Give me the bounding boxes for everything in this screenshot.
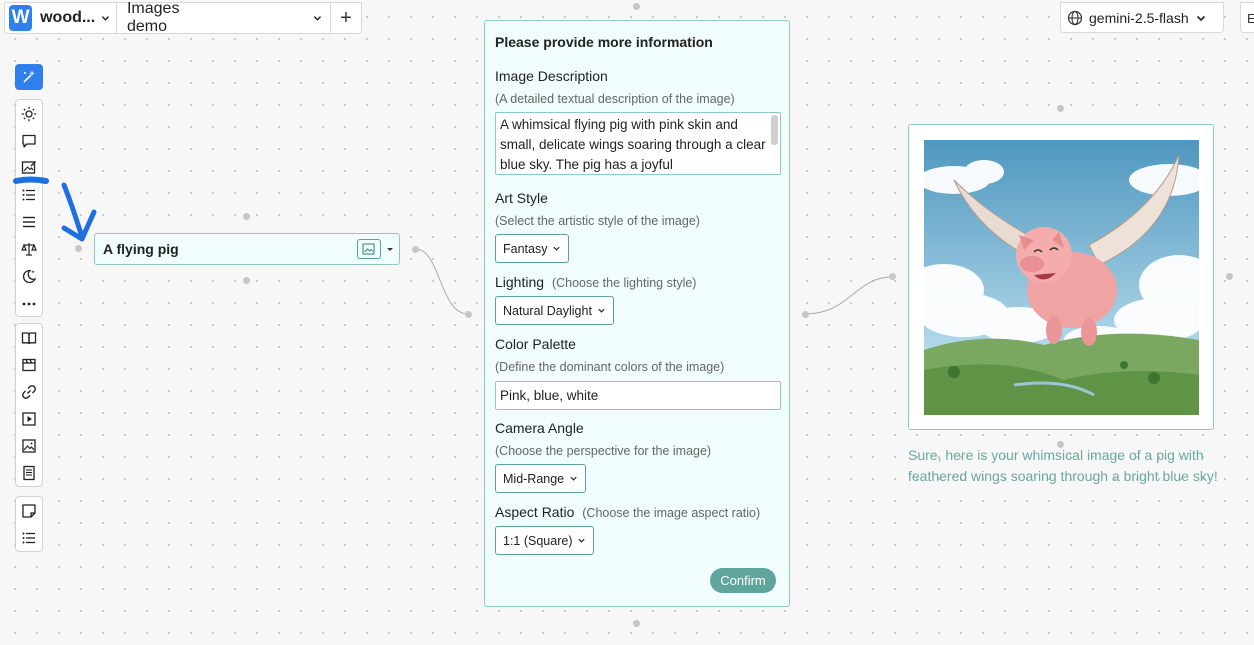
- chevron-down-icon: [598, 308, 605, 313]
- connection-port[interactable]: [802, 311, 809, 318]
- camera-angle-value: Mid-Range: [503, 471, 565, 486]
- prompt-text[interactable]: A flying pig: [103, 241, 357, 257]
- camera-angle-label: Camera Angle: [495, 420, 584, 436]
- aspect-ratio-label: Aspect Ratio: [495, 504, 575, 520]
- image-output-node[interactable]: [908, 124, 1214, 430]
- chevron-down-icon: [578, 538, 586, 543]
- connection-port[interactable]: [889, 273, 896, 280]
- color-palette-value: Pink, blue, white: [500, 388, 599, 403]
- more-info-form: Please provide more information Image De…: [484, 20, 790, 607]
- color-palette-hint: (Define the dominant colors of the image…: [495, 360, 725, 374]
- camera-angle-hint: (Choose the perspective for the image): [495, 444, 712, 458]
- flying-pig-illustration: [924, 140, 1199, 415]
- lighting-select[interactable]: Natural Daylight: [495, 296, 614, 325]
- image-generate-button[interactable]: [357, 239, 381, 259]
- aspect-ratio-hint: (Choose the image aspect ratio): [582, 506, 761, 520]
- chevron-down-icon: [570, 476, 577, 481]
- lighting-value: Natural Daylight: [503, 303, 592, 318]
- lighting-hint: (Choose the lighting style): [551, 276, 697, 290]
- camera-angle-select[interactable]: Mid-Range: [495, 464, 587, 493]
- connection-port[interactable]: [465, 311, 472, 318]
- form-title: Please provide more information: [495, 34, 713, 50]
- connection-port[interactable]: [243, 213, 250, 220]
- image-description-hint: (A detailed textual description of the i…: [495, 92, 735, 106]
- output-caption: Sure, here is your whimsical image of a …: [908, 447, 1218, 484]
- art-style-value: Fantasy: [503, 241, 548, 256]
- aspect-ratio-label-row: Aspect Ratio (Choose the image aspect ra…: [495, 504, 760, 520]
- image-description-textarea[interactable]: A whimsical flying pig with pink skin an…: [495, 112, 781, 175]
- textarea-scrollbar[interactable]: [771, 115, 778, 145]
- connection-port[interactable]: [633, 3, 640, 10]
- image-edit-icon: [362, 243, 375, 255]
- aspect-ratio-value: 1:1 (Square): [503, 533, 573, 548]
- prompt-node[interactable]: A flying pig: [94, 233, 400, 265]
- connection-port[interactable]: [633, 620, 640, 627]
- lighting-label-row: Lighting (Choose the lighting style): [495, 274, 696, 290]
- art-style-hint: (Select the artistic style of the image): [495, 214, 700, 228]
- generated-image: [924, 140, 1199, 415]
- lighting-label: Lighting: [495, 274, 545, 290]
- art-style-select[interactable]: Fantasy: [495, 234, 570, 263]
- connection-port[interactable]: [75, 245, 82, 252]
- caret-down-icon[interactable]: [385, 244, 395, 254]
- connection-port[interactable]: [243, 277, 250, 284]
- color-palette-input[interactable]: Pink, blue, white: [495, 381, 781, 410]
- chevron-down-icon: [553, 246, 561, 251]
- image-description-value: A whimsical flying pig with pink skin an…: [500, 117, 766, 172]
- connection-port[interactable]: [412, 246, 419, 253]
- art-style-label: Art Style: [495, 190, 548, 206]
- color-palette-label: Color Palette: [495, 336, 576, 352]
- confirm-button[interactable]: Confirm: [710, 568, 776, 593]
- aspect-ratio-select[interactable]: 1:1 (Square): [495, 526, 595, 555]
- connection-port[interactable]: [1226, 273, 1233, 280]
- image-description-label: Image Description: [495, 68, 608, 84]
- connection-port[interactable]: [1057, 105, 1064, 112]
